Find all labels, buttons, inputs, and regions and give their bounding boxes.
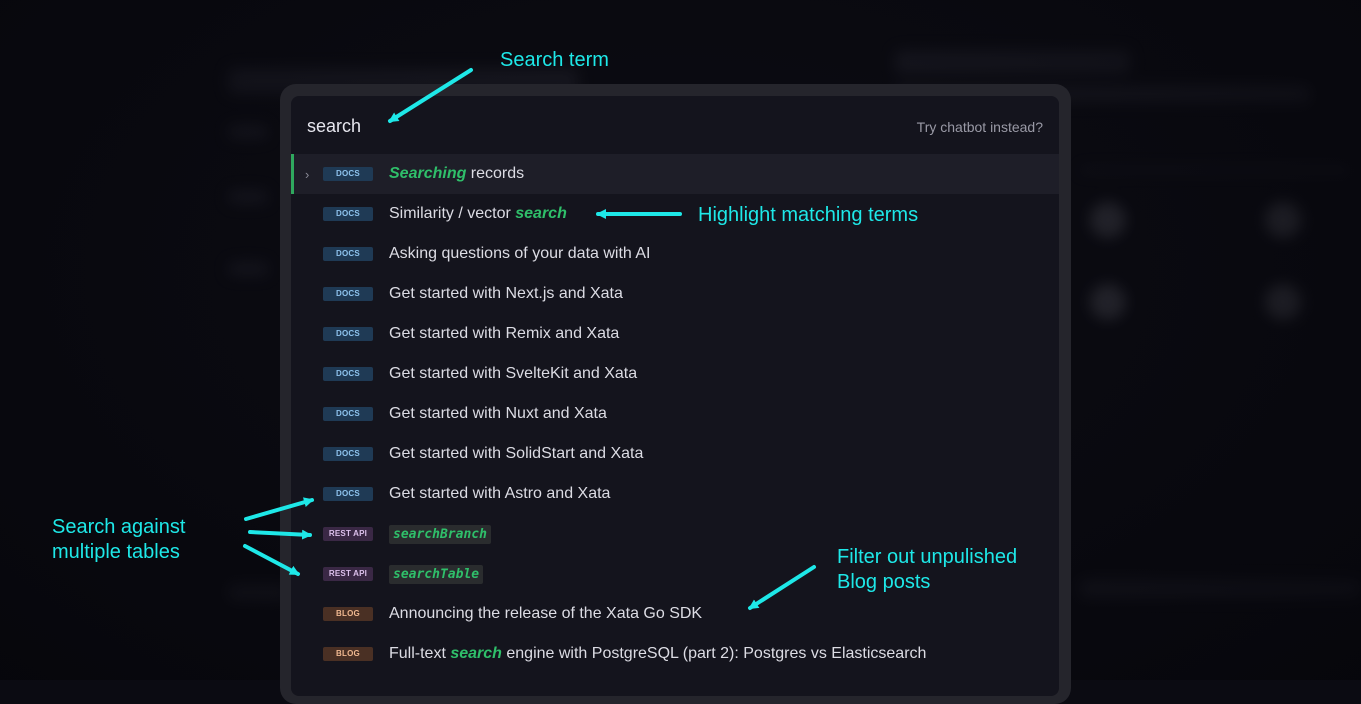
result-type-badge: BLOG (323, 647, 373, 661)
result-type-badge: REST API (323, 527, 373, 541)
search-input[interactable] (307, 114, 807, 138)
highlighted-term: searchTable (389, 565, 484, 584)
highlighted-term: search (515, 205, 567, 222)
title-text: Get started with Astro and Xata (389, 485, 611, 502)
result-type-badge: DOCS (323, 247, 373, 261)
result-type-badge: DOCS (323, 167, 373, 181)
result-row[interactable]: DOCS Similarity / vector search (291, 194, 1059, 234)
result-row[interactable]: › DOCS Searching records (291, 154, 1059, 194)
result-title: searchBranch (389, 525, 491, 544)
result-row[interactable]: DOCS Get started with SolidStart and Xata (291, 434, 1059, 474)
title-text: engine with PostgreSQL (part 2): Postgre… (501, 645, 927, 662)
result-row[interactable]: DOCS Get started with Remix and Xata (291, 314, 1059, 354)
result-type-badge: DOCS (323, 447, 373, 461)
result-title: Full-text search engine with PostgreSQL … (389, 645, 926, 663)
annotation-multiple-tables: Search against multiple tables (52, 516, 186, 563)
result-title: searchTable (389, 565, 484, 584)
result-title: Get started with Next.js and Xata (389, 285, 623, 303)
result-title: Get started with Remix and Xata (389, 325, 619, 343)
result-title: Asking questions of your data with AI (389, 245, 650, 263)
result-title: Get started with SvelteKit and Xata (389, 365, 637, 383)
chevron-right-icon: › (305, 166, 310, 182)
title-text: Full-text (389, 645, 451, 662)
result-type-badge: DOCS (323, 287, 373, 301)
result-type-badge: BLOG (323, 607, 373, 621)
result-title: Get started with Nuxt and Xata (389, 405, 607, 423)
result-type-badge: DOCS (323, 327, 373, 341)
result-row[interactable]: BLOG Announcing the release of the Xata G… (291, 594, 1059, 634)
result-row[interactable]: DOCS Get started with Next.js and Xata (291, 274, 1059, 314)
title-text: Get started with Nuxt and Xata (389, 405, 607, 422)
title-text: Get started with SvelteKit and Xata (389, 365, 638, 382)
title-text: Asking questions of your data with AI (389, 245, 651, 262)
result-title: Get started with SolidStart and Xata (389, 445, 643, 463)
title-text: Get started with Remix and Xata (389, 325, 620, 342)
result-row[interactable]: DOCS Get started with SvelteKit and Xata (291, 354, 1059, 394)
result-title: Searching records (389, 165, 524, 183)
annotation-filter-blog: Filter out unpulished Blog posts (837, 546, 1018, 593)
result-title: Get started with Astro and Xata (389, 485, 610, 503)
try-chatbot-link[interactable]: Try chatbot instead? (917, 119, 1043, 135)
result-row[interactable]: DOCS Get started with Nuxt and Xata (291, 394, 1059, 434)
search-results-list: › DOCS Searching records DOCS Similarity / v… (291, 154, 1059, 674)
result-title: Similarity / vector search (389, 205, 567, 223)
highlighted-term: Searching (389, 165, 467, 182)
annotation-highlight: Highlight matching terms (698, 204, 919, 226)
result-type-badge: DOCS (323, 207, 373, 221)
annotation-search-term: Search term (500, 49, 609, 71)
title-text: Similarity / vector (389, 205, 516, 222)
title-text: Get started with SolidStart and Xata (389, 445, 644, 462)
result-type-badge: DOCS (323, 407, 373, 421)
result-type-badge: REST API (323, 567, 373, 581)
result-type-badge: DOCS (323, 487, 373, 501)
result-type-badge: DOCS (323, 367, 373, 381)
title-text: Get started with Next.js and Xata (389, 285, 623, 302)
result-title: Announcing the release of the Xata Go SD… (389, 605, 702, 623)
result-row[interactable]: BLOG Full-text search engine with Postgre… (291, 634, 1059, 674)
title-text: Announcing the release of the Xata Go SD… (389, 605, 703, 622)
search-dialog: Try chatbot instead? › DOCS Searching reco… (291, 96, 1059, 696)
search-bar: Try chatbot instead? (291, 96, 1059, 154)
result-row[interactable]: DOCS Asking questions of your data with A… (291, 234, 1059, 274)
title-text: records (466, 165, 525, 182)
highlighted-term: searchBranch (389, 525, 491, 544)
result-row[interactable]: DOCS Get started with Astro and Xata (291, 474, 1059, 514)
highlighted-term: search (450, 645, 502, 662)
